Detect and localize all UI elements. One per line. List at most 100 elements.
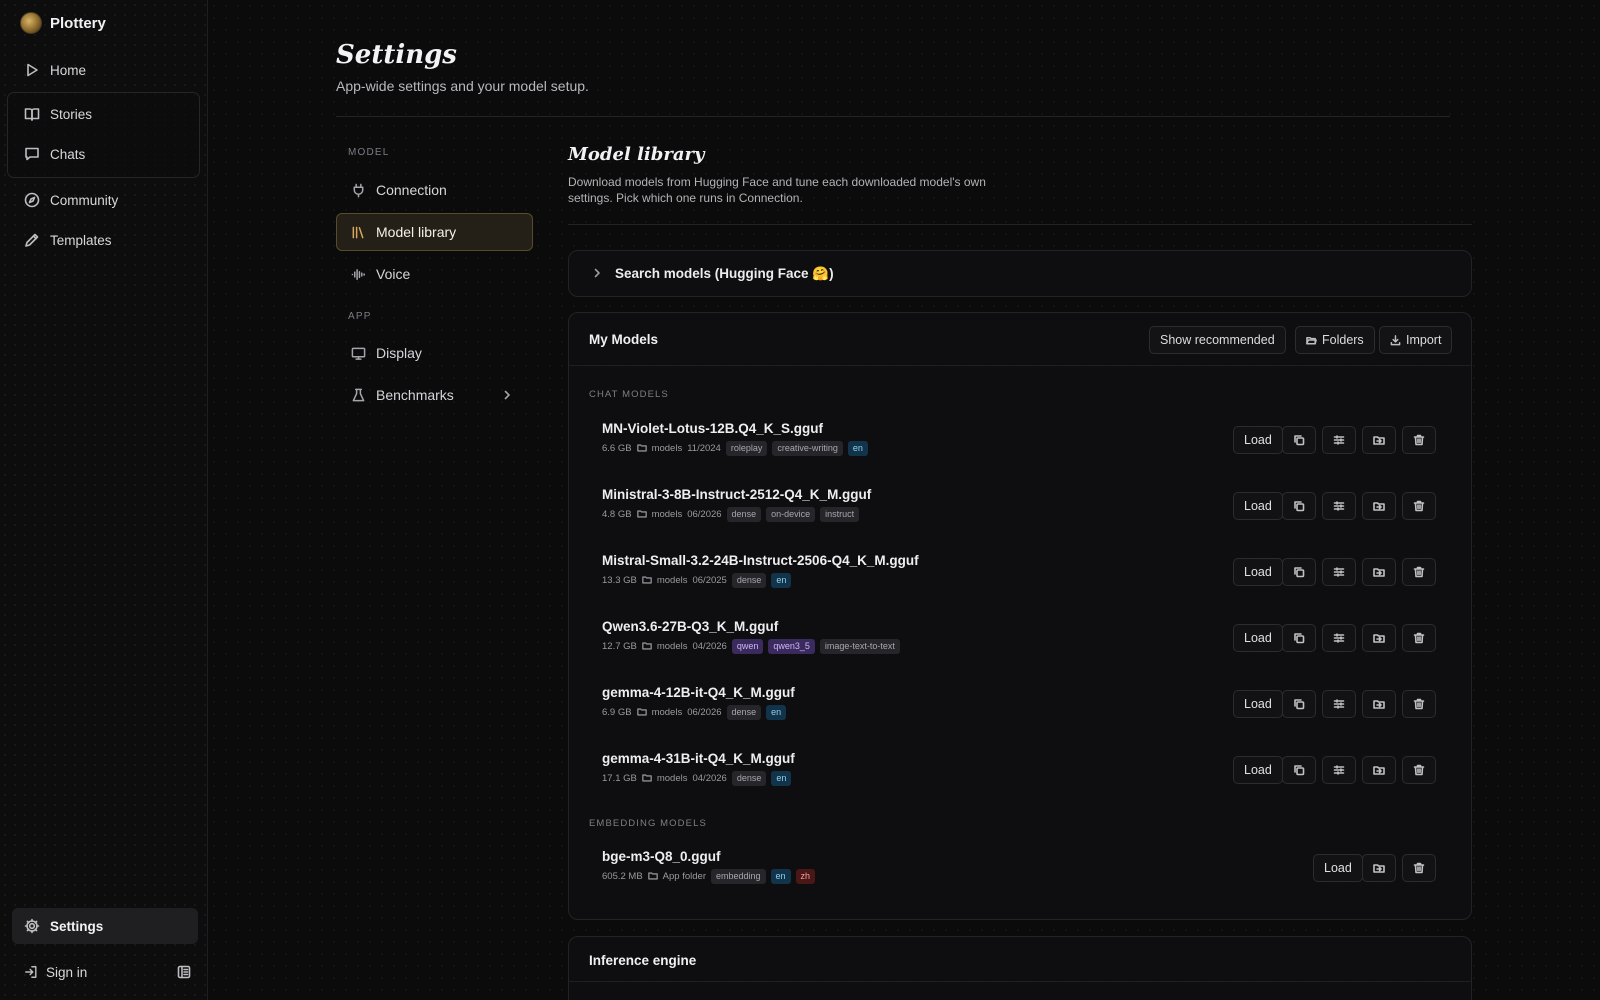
model-date: 04/2026: [692, 640, 727, 652]
model-tag: qwen3_5: [768, 638, 815, 654]
sidebar-toggle-icon[interactable]: [176, 964, 192, 980]
delete-button[interactable]: [1402, 690, 1436, 718]
plug-icon: [351, 183, 366, 198]
model-settings-button[interactable]: [1322, 756, 1356, 784]
model-row: MN-Violet-Lotus-12B.Q4_K_S.gguf 6.6 GB m…: [569, 421, 1471, 477]
sidebar-item-label: Community: [50, 192, 119, 208]
play-icon: [24, 62, 40, 78]
folder-icon: [647, 871, 658, 881]
duplicate-button[interactable]: [1282, 558, 1316, 586]
search-models-accordion[interactable]: Search models (Hugging Face 🤗): [568, 250, 1472, 297]
settings-nav-voice[interactable]: Voice: [336, 255, 533, 293]
section-description: Download models from Hugging Face and tu…: [568, 175, 986, 205]
load-button[interactable]: Load: [1233, 558, 1283, 586]
import-label: Import: [1406, 333, 1442, 347]
sidebar-item-templates[interactable]: Templates: [12, 222, 198, 258]
model-settings-icon: [1333, 500, 1345, 512]
main-area: Settings App-wide settings and your mode…: [208, 0, 1600, 1000]
search-models-label: Search models (Hugging Face 🤗): [615, 266, 834, 281]
move-model-icon: [1373, 862, 1385, 874]
divider: [569, 981, 1471, 982]
sidebar-item-label: Settings: [50, 918, 104, 934]
settings-nav-model-library[interactable]: Model library: [336, 213, 533, 251]
signin-row: Sign in: [12, 955, 198, 989]
delete-button[interactable]: [1402, 624, 1436, 652]
folder-icon: [642, 575, 652, 585]
model-row: Ministral-3-8B-Instruct-2512-Q4_K_M.gguf…: [569, 487, 1471, 543]
model-tag: on-device: [766, 506, 816, 522]
load-button[interactable]: Load: [1233, 426, 1283, 454]
model-tag: en: [771, 572, 792, 588]
settings-nav-label: Model library: [376, 224, 457, 240]
embedding-models-label: EMBEDDING MODELS: [589, 818, 707, 829]
move-model-icon: [1373, 434, 1385, 446]
move-model-button[interactable]: [1362, 756, 1396, 784]
brand-name: Plottery: [50, 14, 106, 32]
chat-icon: [24, 146, 40, 162]
load-button[interactable]: Load: [1233, 624, 1283, 652]
model-settings-icon: [1333, 698, 1345, 710]
sidebar-item-label: Home: [50, 62, 87, 78]
duplicate-button[interactable]: [1282, 756, 1316, 784]
delete-button[interactable]: [1402, 558, 1436, 586]
sign-in-button[interactable]: Sign in: [12, 955, 87, 989]
model-row: Qwen3.6-27B-Q3_K_M.gguf 12.7 GB models 0…: [569, 619, 1471, 675]
sidebar-item-settings[interactable]: Settings: [12, 908, 198, 944]
delete-icon: [1413, 434, 1425, 446]
model-folder: models: [656, 574, 688, 586]
download-icon: [1390, 334, 1401, 346]
model-settings-button[interactable]: [1322, 426, 1356, 454]
show-recommended-label: Show recommended: [1160, 333, 1275, 347]
audio-waveform-icon: [351, 267, 366, 282]
move-model-button[interactable]: [1362, 690, 1396, 718]
load-button[interactable]: Load: [1233, 690, 1283, 718]
gear-icon: [24, 918, 40, 934]
model-name: Ministral-3-8B-Instruct-2512-Q4_K_M.gguf: [602, 487, 872, 502]
model-settings-icon: [1333, 632, 1345, 644]
model-row: gemma-4-31B-it-Q4_K_M.gguf 17.1 GB model…: [569, 751, 1471, 807]
load-button[interactable]: Load: [1233, 756, 1283, 784]
move-model-icon: [1373, 764, 1385, 776]
model-settings-button[interactable]: [1322, 690, 1356, 718]
delete-button[interactable]: [1402, 426, 1436, 454]
duplicate-button[interactable]: [1282, 690, 1316, 718]
delete-button[interactable]: [1402, 854, 1436, 882]
model-tag: en: [771, 770, 792, 786]
sidebar-item-community[interactable]: Community: [12, 182, 198, 218]
model-date: 11/2024: [687, 442, 721, 454]
move-model-button[interactable]: [1362, 492, 1396, 520]
settings-section-label: APP: [348, 311, 372, 322]
move-model-button[interactable]: [1362, 426, 1396, 454]
duplicate-button[interactable]: [1282, 426, 1316, 454]
sidebar: Plottery Home Stories Chats Community Te…: [0, 0, 208, 1000]
model-date: 06/2026: [687, 508, 722, 520]
settings-nav-benchmarks[interactable]: Benchmarks: [336, 376, 533, 414]
duplicate-button[interactable]: [1282, 624, 1316, 652]
delete-button[interactable]: [1402, 492, 1436, 520]
brand[interactable]: Plottery: [20, 12, 106, 34]
folders-button[interactable]: Folders: [1295, 326, 1375, 354]
settings-nav-connection[interactable]: Connection: [336, 171, 533, 209]
sidebar-item-home[interactable]: Home: [12, 52, 198, 88]
show-recommended-button[interactable]: Show recommended: [1149, 326, 1286, 354]
model-name: bge-m3-Q8_0.gguf: [602, 849, 721, 864]
move-model-button[interactable]: [1362, 558, 1396, 586]
sidebar-item-chats[interactable]: Chats: [12, 136, 198, 172]
delete-button[interactable]: [1402, 756, 1436, 784]
duplicate-button[interactable]: [1282, 492, 1316, 520]
move-model-button[interactable]: [1362, 624, 1396, 652]
model-row: gemma-4-12B-it-Q4_K_M.gguf 6.9 GB models…: [569, 685, 1471, 741]
compass-icon: [24, 192, 40, 208]
model-settings-button[interactable]: [1322, 558, 1356, 586]
monitor-icon: [351, 346, 366, 361]
move-model-button[interactable]: [1362, 854, 1396, 882]
import-button[interactable]: Import: [1379, 326, 1453, 354]
sidebar-item-stories[interactable]: Stories: [12, 96, 198, 132]
model-settings-button[interactable]: [1322, 492, 1356, 520]
my-models-card: My Models Show recommended Folders Impor…: [568, 312, 1472, 920]
settings-nav-display[interactable]: Display: [336, 334, 533, 372]
model-settings-button[interactable]: [1322, 624, 1356, 652]
load-button[interactable]: Load: [1233, 492, 1283, 520]
load-button[interactable]: Load: [1313, 854, 1363, 882]
model-folder: models: [651, 442, 683, 454]
